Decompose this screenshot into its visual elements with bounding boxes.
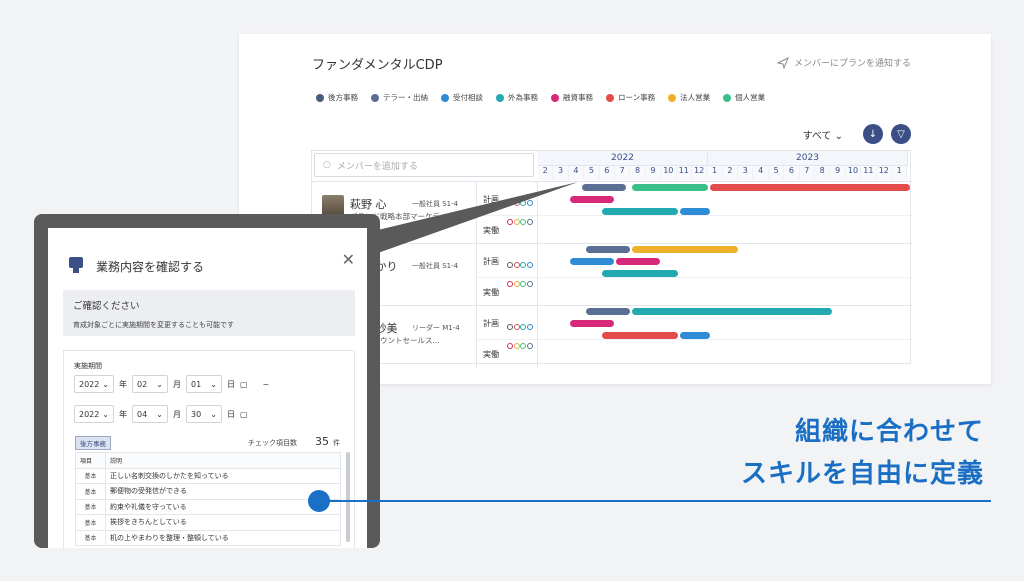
row-category: 基本 xyxy=(75,483,106,500)
start-day-select[interactable]: 01 ⌄ xyxy=(186,375,222,393)
start-year-select[interactable]: 2022 ⌄ xyxy=(74,375,114,393)
start-date-row: 2022 ⌄ 年 02 ⌄ 月 01 ⌄ 日 ▢ ~ xyxy=(74,375,269,393)
notice-heading: ご確認ください xyxy=(73,301,140,312)
row-category: 基本 xyxy=(75,514,106,531)
unit-month: 月 xyxy=(173,379,181,389)
modal-title: 業務内容を確認する xyxy=(96,260,205,274)
notice-box: ご確認ください 育成対象ごとに実施期間を変更することも可能です xyxy=(63,290,355,336)
unit-day: 日 xyxy=(227,379,235,389)
chevron-down-icon: ⌄ xyxy=(102,409,109,419)
col-header: 説明 xyxy=(105,452,341,469)
calendar-icon[interactable]: ▢ xyxy=(240,410,248,419)
row-desc: 約束や礼儀を守っている xyxy=(105,498,341,515)
row-desc: 机の上やまわりを整理・整頓している xyxy=(105,529,341,546)
check-count: チェック項目数 35 件 xyxy=(248,435,340,448)
row-desc: 正しい名刺交換のしかたを知っている xyxy=(105,467,341,484)
row-category: 基本 xyxy=(75,498,106,515)
table-row[interactable]: 基本 挨拶をきちんとしている xyxy=(75,514,341,531)
start-month-select[interactable]: 02 ⌄ xyxy=(132,375,168,393)
table-row[interactable]: 基本 郵便物の受発信ができる xyxy=(75,483,341,500)
chevron-down-icon: ⌄ xyxy=(156,409,163,419)
table-row[interactable]: 基本 机の上やまわりを整理・整頓している xyxy=(75,529,341,546)
period-label: 実施期間 xyxy=(74,362,102,370)
unit-year: 年 xyxy=(119,379,127,389)
unit-year: 年 xyxy=(119,409,127,419)
end-month: 04 xyxy=(137,409,148,419)
col-header: 項目 xyxy=(75,452,106,469)
end-day-select[interactable]: 30 ⌄ xyxy=(186,405,222,423)
unit-day: 日 xyxy=(227,409,235,419)
headline-line2: スキルを自由に定義 xyxy=(740,459,984,489)
end-date-row: 2022 ⌄ 年 04 ⌄ 月 30 ⌄ 日 ▢ xyxy=(74,405,248,423)
end-day: 30 xyxy=(191,409,202,419)
chevron-down-icon: ⌄ xyxy=(210,379,217,389)
category-tag[interactable]: 後方事務 xyxy=(75,436,111,450)
close-icon[interactable]: ✕ xyxy=(342,250,355,269)
table-header-row: 項目 説明 xyxy=(75,452,341,469)
count-unit: 件 xyxy=(333,439,340,447)
start-day: 01 xyxy=(191,379,202,389)
period-section: 実施期間 2022 ⌄ 年 02 ⌄ 月 01 ⌄ 日 ▢ ~ 2022 ⌄ 年 04 ⌄… xyxy=(63,350,355,548)
table-row[interactable]: 基本 正しい名刺交換のしかたを知っている xyxy=(75,467,341,484)
row-category: 基本 xyxy=(75,529,106,546)
count-value: 35 xyxy=(315,435,329,448)
table-row[interactable]: 基本 約束や礼儀を守っている xyxy=(75,498,341,515)
range-separator: ~ xyxy=(262,379,270,389)
count-label: チェック項目数 xyxy=(248,439,297,447)
check-table: 項目 説明 基本 正しい名刺交換のしかたを知っている 基本 郵便物の受発信ができる … xyxy=(75,452,341,546)
row-desc: 挨拶をきちんとしている xyxy=(105,514,341,531)
connector-line xyxy=(318,500,991,502)
calendar-icon[interactable]: ▢ xyxy=(240,380,248,389)
headline-line1: 組織に合わせて xyxy=(794,417,984,447)
unit-month: 月 xyxy=(173,409,181,419)
scrollbar[interactable] xyxy=(346,452,350,542)
end-month-select[interactable]: 04 ⌄ xyxy=(132,405,168,423)
end-year-select[interactable]: 2022 ⌄ xyxy=(74,405,114,423)
row-category: 基本 xyxy=(75,467,106,484)
notice-text: 育成対象ごとに実施期間を変更することも可能です xyxy=(73,321,234,329)
start-month: 02 xyxy=(137,379,148,389)
end-year: 2022 xyxy=(79,409,100,419)
chevron-down-icon: ⌄ xyxy=(156,379,163,389)
chevron-down-icon: ⌄ xyxy=(102,379,109,389)
start-year: 2022 xyxy=(79,379,100,389)
task-icon xyxy=(69,257,83,273)
row-desc: 郵便物の受発信ができる xyxy=(105,483,341,500)
headline: 組織に合わせて スキルを自由に定義 xyxy=(741,411,984,495)
chevron-down-icon: ⌄ xyxy=(210,409,217,419)
connector-dot xyxy=(308,490,330,512)
